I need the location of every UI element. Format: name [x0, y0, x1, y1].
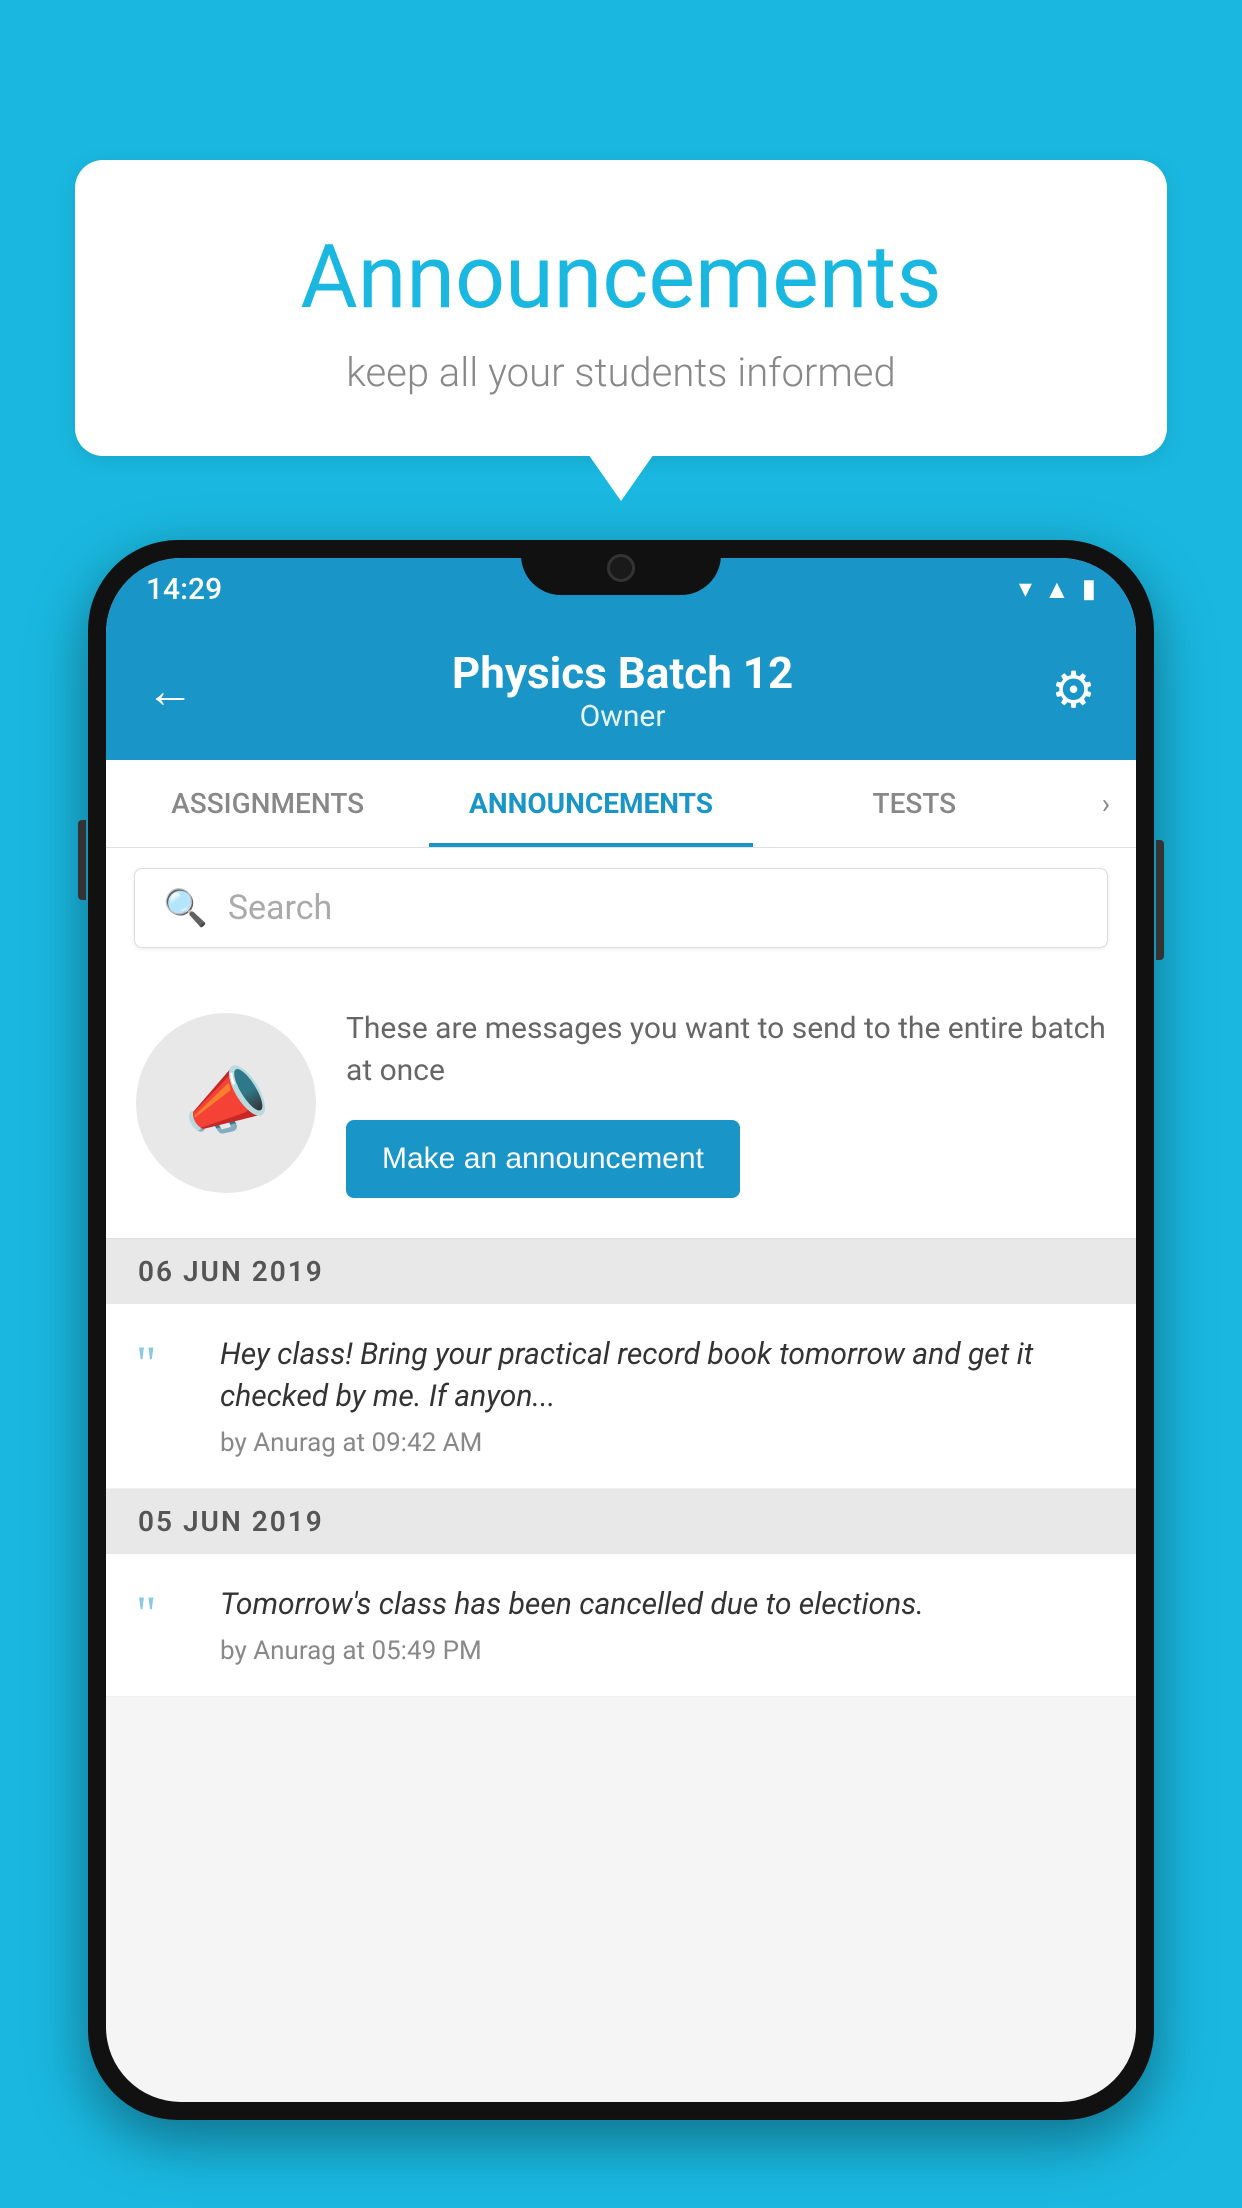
- quote-icon-1: ": [136, 1338, 196, 1458]
- make-announcement-button[interactable]: Make an announcement: [346, 1120, 740, 1198]
- search-bar[interactable]: 🔍 Search: [134, 868, 1108, 948]
- date-label-2: 05 JUN 2019: [138, 1505, 324, 1538]
- speech-bubble: Announcements keep all your students inf…: [75, 160, 1167, 456]
- announcement-content-1: Hey class! Bring your practical record b…: [220, 1334, 1106, 1458]
- tab-more-button[interactable]: ›: [1076, 760, 1136, 847]
- status-icons: ▾ ▲ ▮: [1019, 574, 1096, 605]
- phone-frame: 14:29 ▾ ▲ ▮ ← Physics Batch 12 Owner ⚙: [88, 540, 1154, 2120]
- phone-screen: 14:29 ▾ ▲ ▮ ← Physics Batch 12 Owner ⚙: [106, 558, 1136, 2102]
- bubble-subtitle: keep all your students informed: [155, 349, 1087, 396]
- promo-text-area: These are messages you want to send to t…: [346, 1008, 1106, 1198]
- announcement-item-1[interactable]: " Hey class! Bring your practical record…: [106, 1304, 1136, 1489]
- search-icon: 🔍: [163, 887, 208, 929]
- signal-icon: ▲: [1044, 574, 1070, 605]
- wifi-icon: ▾: [1019, 574, 1032, 604]
- status-time: 14:29: [146, 572, 222, 607]
- back-button[interactable]: ←: [146, 662, 194, 719]
- battery-icon: ▮: [1082, 574, 1096, 604]
- tab-assignments[interactable]: ASSIGNMENTS: [106, 760, 429, 847]
- batch-title: Physics Batch 12: [452, 647, 793, 699]
- front-camera: [607, 554, 635, 582]
- tab-tests[interactable]: TESTS: [753, 760, 1076, 847]
- search-container: 🔍 Search: [106, 848, 1136, 968]
- tab-bar: ASSIGNMENTS ANNOUNCEMENTS TESTS ›: [106, 760, 1136, 848]
- announcement-text-1: Hey class! Bring your practical record b…: [220, 1334, 1106, 1418]
- date-label-1: 06 JUN 2019: [138, 1255, 324, 1288]
- tab-announcements[interactable]: ANNOUNCEMENTS: [429, 760, 752, 847]
- announcement-author-2: by Anurag at 05:49 PM: [220, 1636, 1106, 1666]
- quote-icon-2: ": [136, 1588, 196, 1666]
- bubble-title: Announcements: [155, 230, 1087, 327]
- announcement-author-1: by Anurag at 09:42 AM: [220, 1428, 1106, 1458]
- search-input[interactable]: Search: [228, 888, 332, 928]
- announcement-item-2[interactable]: " Tomorrow's class has been cancelled du…: [106, 1554, 1136, 1697]
- power-button: [1156, 840, 1164, 960]
- promo-section: 📣 These are messages you want to send to…: [106, 968, 1136, 1239]
- settings-button[interactable]: ⚙: [1051, 661, 1096, 720]
- promo-icon-circle: 📣: [136, 1013, 316, 1193]
- date-separator-1: 06 JUN 2019: [106, 1239, 1136, 1304]
- phone-wrapper: 14:29 ▾ ▲ ▮ ← Physics Batch 12 Owner ⚙: [88, 540, 1154, 2208]
- promo-description: These are messages you want to send to t…: [346, 1008, 1106, 1092]
- megaphone-icon: 📣: [176, 1055, 276, 1151]
- announcement-text-2: Tomorrow's class has been cancelled due …: [220, 1584, 1106, 1626]
- header-center: Physics Batch 12 Owner: [452, 647, 793, 734]
- batch-role: Owner: [452, 699, 793, 734]
- volume-button: [78, 820, 86, 900]
- announcement-content-2: Tomorrow's class has been cancelled due …: [220, 1584, 1106, 1666]
- speech-bubble-section: Announcements keep all your students inf…: [75, 160, 1167, 456]
- app-header: ← Physics Batch 12 Owner ⚙: [106, 620, 1136, 760]
- phone-notch: [521, 540, 721, 595]
- date-separator-2: 05 JUN 2019: [106, 1489, 1136, 1554]
